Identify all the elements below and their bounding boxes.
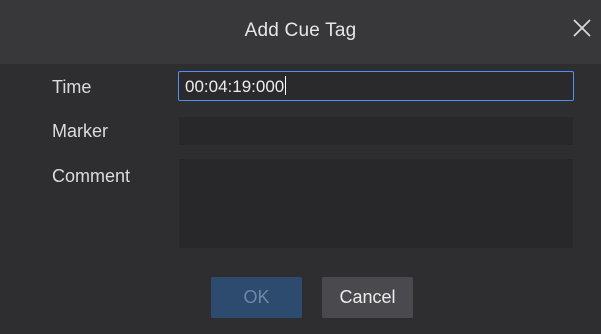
cancel-button[interactable]: Cancel [322, 277, 413, 318]
time-input-value: 00:04:19:000 [185, 76, 287, 96]
close-icon [568, 14, 596, 42]
text-caret [285, 76, 287, 95]
marker-input[interactable] [178, 116, 574, 146]
comment-textarea[interactable] [178, 158, 574, 249]
comment-label: Comment [52, 166, 131, 186]
marker-label: Marker [52, 121, 109, 141]
time-input[interactable]: 00:04:19:000 [178, 71, 574, 101]
ok-button[interactable]: OK [211, 277, 302, 318]
dialog-title: Add Cue Tag [244, 20, 357, 41]
time-label: Time [52, 77, 92, 97]
add-cue-tag-dialog: Add Cue Tag Time 00:04:19:000 Marker Com… [0, 0, 601, 334]
dialog-titlebar: Add Cue Tag [0, 0, 601, 64]
close-button[interactable] [568, 14, 596, 42]
